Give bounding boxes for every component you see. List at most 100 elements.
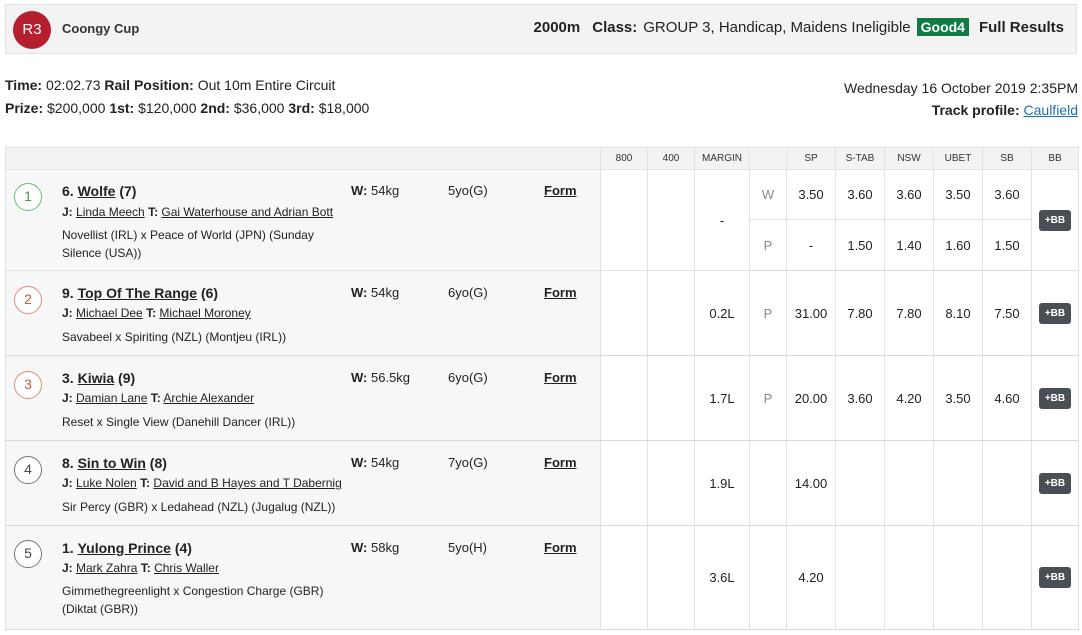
finish-position-badge: 5: [14, 540, 42, 568]
jockey-link[interactable]: Michael Dee: [76, 306, 143, 320]
bb-cell: +BB: [1031, 270, 1079, 356]
horse-barrier: (9): [118, 370, 136, 386]
table-row: 5 1. Yulong Prince (4) J: Mark Zahra T: …: [5, 525, 1079, 630]
horse-number: 6.: [62, 183, 74, 199]
second-prize-label: 2nd:: [200, 100, 230, 116]
odds-ubet: 1.60: [933, 219, 983, 271]
trainer-label: T:: [148, 205, 159, 219]
header-stab: S-TAB: [835, 147, 885, 170]
jockey-label: J:: [62, 561, 73, 575]
add-bb-button[interactable]: +BB: [1038, 302, 1072, 324]
bb-cell: +BB: [1031, 169, 1079, 271]
add-bb-button[interactable]: +BB: [1038, 472, 1072, 494]
horse-name-link[interactable]: Kiwia: [78, 370, 115, 386]
horse-name-link[interactable]: Wolfe: [78, 183, 116, 199]
margin: 0.2L: [694, 270, 750, 356]
bb-cell: +BB: [1031, 525, 1079, 630]
trainer-link[interactable]: Archie Alexander: [163, 391, 254, 405]
race-date-info: Wednesday 16 October 2019 2:35PM Track p…: [844, 77, 1078, 121]
pedigree: Novellist (IRL) x Peace of World (JPN) (…: [62, 228, 314, 260]
trainer-link[interactable]: David and B Hayes and T Dabernig: [153, 476, 341, 490]
horse-number: 8.: [62, 455, 74, 471]
jockey-link[interactable]: Linda Meech: [76, 205, 145, 219]
track-profile-label: Track profile:: [931, 102, 1020, 118]
horse-title: 6. Wolfe (7): [62, 183, 136, 199]
horse-name-link[interactable]: Sin to Win: [78, 455, 146, 471]
table-header-row: 800 400 MARGIN SP S-TAB NSW UBET SB BB: [5, 147, 1079, 170]
weight-label: W:: [351, 370, 368, 385]
odds-stab: 3.60: [835, 169, 885, 220]
add-bb-button[interactable]: +BB: [1038, 209, 1072, 231]
trainer-label: T:: [140, 561, 151, 575]
jockey-trainer: J: Luke Nolen T: David and B Hayes and T…: [62, 476, 342, 490]
form-link[interactable]: Form: [544, 455, 577, 470]
time-row: Time: 02:02.73 Rail Position: Out 10m En…: [5, 74, 369, 97]
race-header: R3 Coongy Cup 2000m Class: GROUP 3, Hand…: [5, 4, 1077, 54]
form-link[interactable]: Form: [544, 285, 577, 300]
jockey-link[interactable]: Luke Nolen: [76, 476, 137, 490]
horse-name-link[interactable]: Yulong Prince: [78, 540, 171, 556]
full-results-link[interactable]: Full Results: [979, 19, 1064, 36]
odds-sp: 14.00: [786, 440, 836, 526]
odds-ubet: [933, 525, 983, 630]
odds-sb: 1.50: [982, 219, 1032, 271]
jockey-link[interactable]: Mark Zahra: [76, 561, 137, 575]
table-row: 1 6. Wolfe (7) J: Linda Meech T: Gai Wat…: [5, 169, 1079, 271]
third-prize-label: 3rd:: [288, 100, 315, 116]
runner-cell: 2 9. Top Of The Range (6) J: Michael Dee…: [5, 270, 601, 356]
form-link[interactable]: Form: [544, 370, 577, 385]
bet-type-place: P: [749, 270, 787, 356]
rail-value: Out 10m Entire Circuit: [197, 77, 336, 93]
odds-sp: 20.00: [786, 355, 836, 441]
trainer-link[interactable]: Michael Moroney: [159, 306, 250, 320]
finish-position-badge: 2: [14, 286, 42, 314]
jockey-trainer: J: Michael Dee T: Michael Moroney: [62, 306, 251, 320]
header-sb: SB: [982, 147, 1032, 170]
jockey-trainer: J: Linda Meech T: Gai Waterhouse and Adr…: [62, 205, 333, 219]
header-bet-type: [749, 147, 787, 170]
bet-type-place: [749, 440, 787, 526]
weight: W: 54kg: [351, 285, 399, 300]
jockey-link[interactable]: Damian Lane: [76, 391, 147, 405]
odds-nsw: 7.80: [884, 270, 934, 356]
sectional-400: [647, 440, 695, 526]
first-prize-value: $120,000: [138, 100, 197, 116]
horse-name-link[interactable]: Top Of The Range: [78, 285, 198, 301]
prize-label: Prize:: [5, 100, 44, 116]
header-ubet: UBET: [933, 147, 983, 170]
age-sex: 5yo(G): [448, 183, 488, 198]
trainer-label: T:: [150, 391, 161, 405]
results-table: 800 400 MARGIN SP S-TAB NSW UBET SB BB 1…: [5, 147, 1079, 630]
bet-type-win: W: [749, 169, 787, 220]
weight: W: 54kg: [351, 183, 399, 198]
race-name: Coongy Cup: [62, 21, 140, 36]
weight-value: 54kg: [371, 285, 400, 300]
track-profile-row: Track profile: Caulfield: [844, 99, 1078, 121]
table-row: 4 8. Sin to Win (8) J: Luke Nolen T: Dav…: [5, 440, 1079, 526]
horse-title: 9. Top Of The Range (6): [62, 285, 218, 301]
horse-barrier: (8): [149, 455, 167, 471]
pedigree: Sir Percy (GBR) x Ledahead (NZL) (Jugalu…: [62, 500, 336, 514]
track-profile-link[interactable]: Caulfield: [1024, 102, 1078, 118]
time-value: 02:02.73: [45, 77, 101, 93]
form-link[interactable]: Form: [544, 540, 577, 555]
add-bb-button[interactable]: +BB: [1038, 567, 1072, 588]
sectional-800: [600, 355, 648, 441]
horse-barrier: (7): [119, 183, 137, 199]
table-row: 3 3. Kiwia (9) J: Damian Lane T: Archie …: [5, 355, 1079, 441]
finish-position-badge: 3: [14, 371, 42, 399]
finish-position-badge: 1: [14, 183, 42, 211]
form-link[interactable]: Form: [544, 183, 577, 198]
sectional-400: [647, 525, 695, 630]
race-class-label: Class:: [592, 18, 638, 36]
bet-type-place: [749, 525, 787, 630]
trainer-label: T:: [140, 476, 151, 490]
odds-nsw: [884, 525, 934, 630]
trainer-link[interactable]: Gai Waterhouse and Adrian Bott: [161, 205, 333, 219]
add-bb-button[interactable]: +BB: [1038, 387, 1072, 409]
trainer-link[interactable]: Chris Waller: [154, 561, 219, 575]
horse-title: 8. Sin to Win (8): [62, 455, 167, 471]
odds-sb: 7.50: [982, 270, 1032, 356]
race-number-badge[interactable]: R3: [13, 11, 51, 49]
sectional-800: [600, 525, 648, 630]
